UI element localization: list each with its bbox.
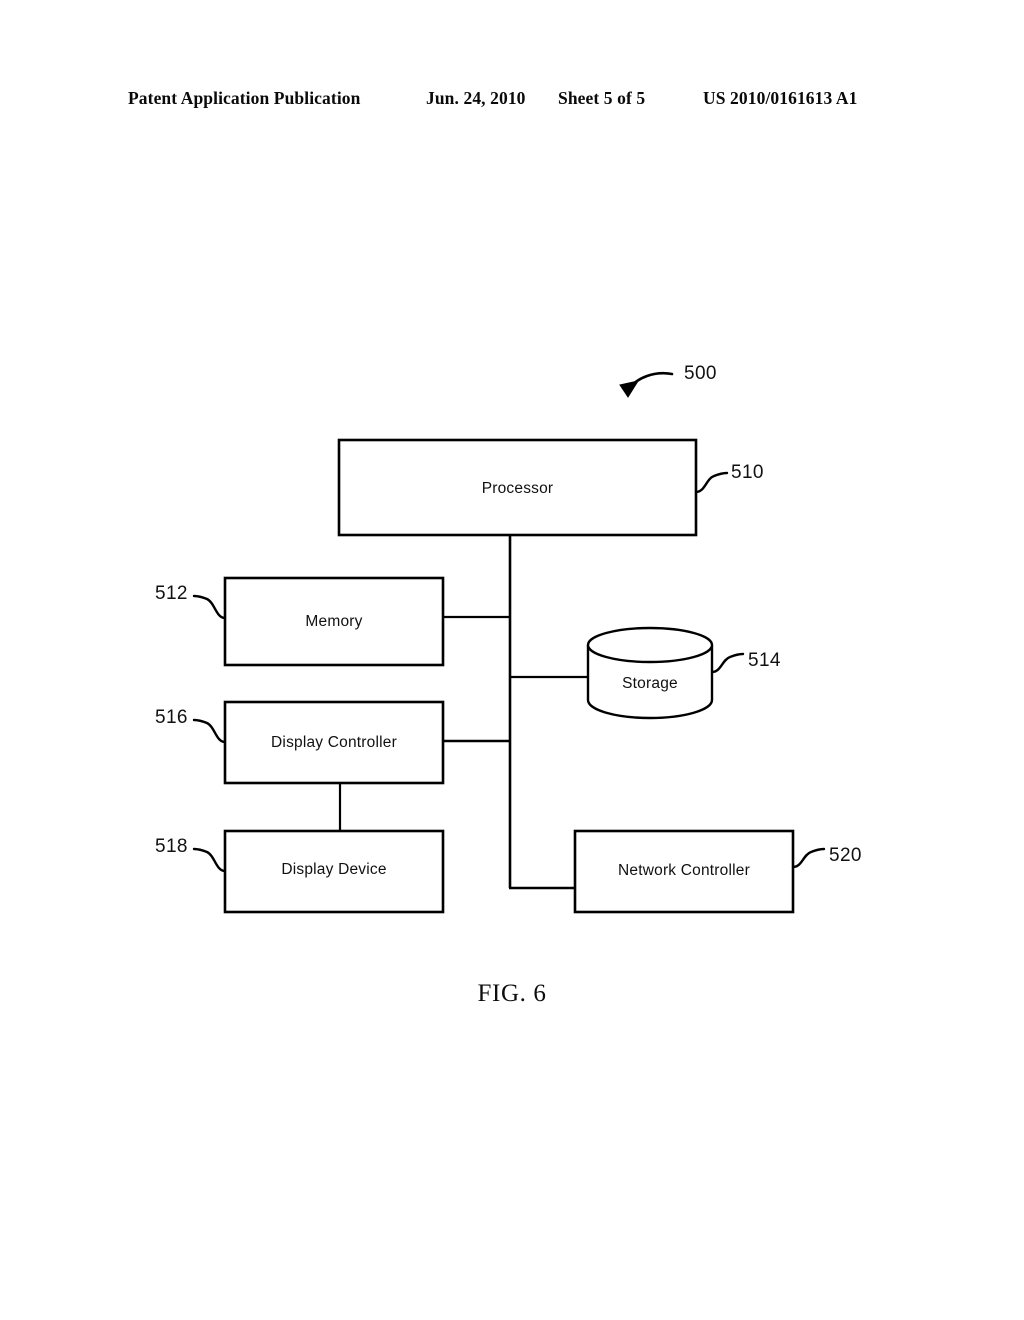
system-500-leader-arrow [619,371,674,398]
leader-514 [710,652,745,674]
ref-numeral-516: 516 [155,707,188,728]
ref-numeral-520: 520 [829,845,862,866]
ref-numeral-518: 518 [155,836,188,857]
block-label-memory: Memory [305,613,363,630]
leader-516 [192,718,227,744]
leader-518 [192,847,227,873]
ref-numeral-500: 500 [684,363,717,384]
leader-510 [694,471,729,494]
ref-numeral-510: 510 [731,462,764,483]
block-label-storage: Storage [622,675,678,692]
ref-numeral-514: 514 [748,650,781,671]
block-storage [586,626,714,720]
figure-caption: FIG. 6 [477,980,547,1007]
block-label-network-controller: Network Controller [618,862,750,879]
leader-520 [791,847,826,869]
leader-512 [192,594,227,620]
block-label-processor: Processor [481,480,554,497]
block-label-display-device: Display Device [281,861,387,878]
figure-diagram [0,0,1024,1320]
system-bus-line [508,535,577,890]
ref-numeral-512: 512 [155,583,188,604]
block-label-display-controller: Display Controller [271,734,397,751]
